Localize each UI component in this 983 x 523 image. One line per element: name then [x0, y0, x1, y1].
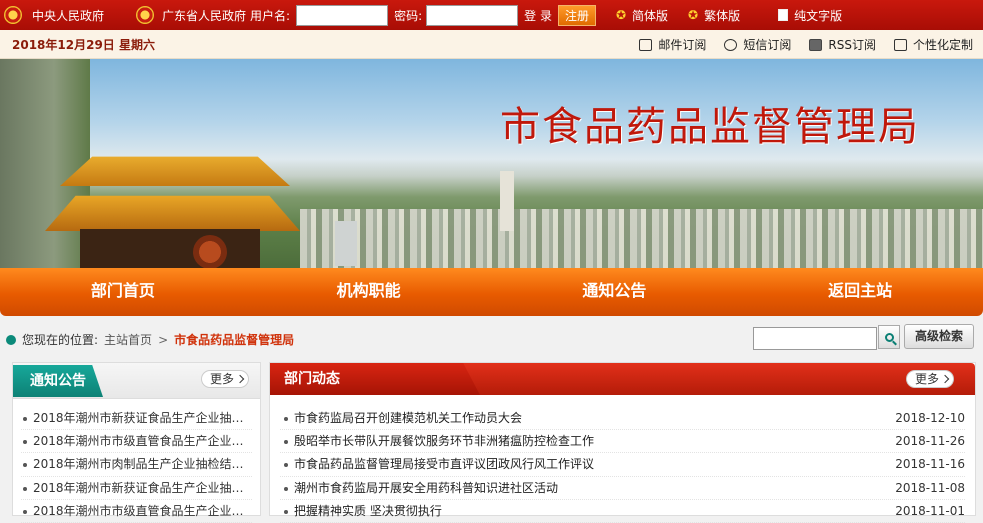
notices-more-button[interactable]: 更多: [201, 370, 250, 388]
notices-list: 2018年潮州市新获证食品生产企业抽检结果公告 2018年潮州市市级直管食品生产…: [13, 399, 260, 523]
simplified-link[interactable]: ✪ 简体版: [616, 7, 668, 24]
site-title: 市食品药品监督管理局: [500, 104, 920, 150]
banner-city: [300, 209, 983, 268]
customize-label: 个性化定制: [912, 38, 973, 52]
username-input[interactable]: [296, 4, 389, 26]
list-item[interactable]: 2018年潮州市新获证食品生产企业抽检结果公告: [21, 477, 252, 500]
notices-panel: 通知公告 更多 2018年潮州市新获证食品生产企业抽检结果公告 2018年潮州市…: [12, 362, 261, 523]
breadcrumb-separator: >: [158, 332, 169, 347]
news-item-title[interactable]: 殷昭举市长带队开展餐饮服务环节非洲猪瘟防控检查工作: [294, 430, 594, 452]
nav-item-main-site[interactable]: 返回主站: [737, 268, 983, 316]
notices-header: 通知公告 更多: [13, 363, 260, 399]
traditional-label: 繁体版: [704, 8, 741, 23]
customize-link[interactable]: 个性化定制: [893, 36, 973, 53]
advanced-search-button[interactable]: 高级检索: [904, 324, 974, 349]
list-item[interactable]: 潮州市食药监局开展安全用药科普知识进社区活动 2018-11-08: [280, 477, 965, 500]
news-item-title[interactable]: 潮州市食药监局开展安全用药科普知识进社区活动: [294, 477, 558, 499]
banner-tower: [500, 171, 514, 231]
list-item[interactable]: 殷昭举市长带队开展餐饮服务环节非洲猪瘟防控检查工作 2018-11-26: [280, 430, 965, 454]
news-header: 部门动态 更多: [270, 363, 975, 395]
login-button[interactable]: 登 录: [524, 7, 552, 24]
breadcrumb-current: 市食品药品监督管理局: [174, 333, 295, 347]
breadcrumb: 您现在的位置: 主站首页 > 市食品药品监督管理局: [6, 331, 294, 348]
pavilion-body: [80, 229, 260, 268]
news-list: 市食药监局召开创建模范机关工作动员大会 2018-12-10 殷昭举市长带队开展餐…: [270, 395, 975, 523]
central-gov-label: 中央人民政府: [32, 8, 105, 23]
email-subscribe-label: 邮件订阅: [658, 38, 707, 52]
notices-title: 通知公告: [13, 365, 103, 397]
rss-subscribe-link[interactable]: RSS订阅: [809, 36, 876, 53]
news-panel: 部门动态 更多 市食药监局召开创建模范机关工作动员大会 2018-12-10 殷昭…: [269, 362, 976, 523]
subscription-links: 邮件订阅 短信订阅 RSS订阅 个性化定制: [621, 30, 973, 59]
current-date: 2018年12月29日 星期六: [12, 37, 155, 52]
text-only-label: 纯文字版: [794, 8, 843, 23]
banner-cliff: [0, 59, 90, 268]
email-subscribe-link[interactable]: 邮件订阅: [639, 36, 706, 53]
location-dot-icon: [6, 334, 16, 345]
list-item[interactable]: 2018年潮州市市级直管食品生产企业抽检结果公告: [21, 500, 252, 523]
username-label: 用户名:: [250, 8, 291, 23]
search-input[interactable]: [753, 327, 877, 350]
window-icon: [893, 38, 907, 51]
password-input[interactable]: [426, 4, 519, 26]
news-item-title[interactable]: 市食药监局召开创建模范机关工作动员大会: [294, 407, 522, 429]
list-item[interactable]: 2018年潮州市新获证食品生产企业抽检结果公告: [21, 407, 252, 431]
news-item-date: 2018-11-08: [895, 480, 965, 495]
nav-item-notices[interactable]: 通知公告: [492, 268, 738, 316]
header-banner: 市食品药品监督管理局: [0, 59, 983, 268]
breadcrumb-home-link[interactable]: 主站首页: [104, 331, 152, 348]
list-item[interactable]: 市食品药品监督管理局接受市直评议团政风行风工作评议 2018-11-16: [280, 453, 965, 477]
sms-subscribe-link[interactable]: 短信订阅: [724, 36, 791, 53]
document-icon: [778, 9, 789, 21]
central-gov-link[interactable]: 中央人民政府: [4, 6, 104, 24]
list-item[interactable]: 2018年潮州市市级直管食品生产企业抽检结果公告: [21, 430, 252, 454]
nav-item-dept-home[interactable]: 部门首页: [0, 268, 246, 316]
pavilion-roof-upper: [60, 156, 290, 186]
mail-icon: [639, 38, 653, 51]
text-only-link[interactable]: 纯文字版: [778, 7, 842, 24]
top-bar: 中央人民政府 广东省人民政府 用户名: 密码: 登 录 注册 ✪ 简体版 ✪ 繁…: [0, 0, 983, 30]
date-bar: 2018年12月29日 星期六 邮件订阅 短信订阅 RSS订阅 个性化定制: [0, 30, 983, 59]
traditional-link[interactable]: ✪ 繁体版: [688, 7, 740, 24]
news-item-title[interactable]: 把握精神实质 坚决贯彻执行: [294, 500, 442, 522]
news-item-date: 2018-11-01: [895, 503, 965, 518]
register-button[interactable]: 注册: [557, 4, 596, 26]
list-item[interactable]: 市食药监局召开创建模范机关工作动员大会 2018-12-10: [280, 407, 965, 431]
breadcrumb-prefix: 您现在的位置:: [22, 333, 99, 347]
chat-icon: [724, 38, 738, 51]
rss-icon: [809, 38, 823, 51]
rss-subscribe-label: RSS订阅: [828, 38, 876, 52]
national-emblem-icon: [136, 6, 155, 24]
password-label: 密码:: [394, 8, 423, 23]
news-title: 部门动态: [270, 363, 480, 395]
news-item-title[interactable]: 市食品药品监督管理局接受市直评议团政风行风工作评议: [294, 453, 594, 475]
province-gov-link[interactable]: 广东省人民政府: [136, 6, 246, 24]
province-gov-label: 广东省人民政府: [162, 8, 247, 23]
news-more-button[interactable]: 更多: [906, 370, 955, 388]
list-item[interactable]: 2018年潮州市肉制品生产企业抽检结果公告: [21, 453, 252, 477]
news-item-date: 2018-12-10: [895, 411, 965, 425]
main-nav: 部门首页 机构职能 通知公告 返回主站: [0, 268, 983, 316]
search-icon: [884, 332, 894, 342]
news-item-date: 2018-11-26: [895, 434, 965, 449]
star-icon: ✪: [688, 8, 699, 22]
nav-item-functions[interactable]: 机构职能: [246, 268, 492, 316]
search-button[interactable]: [878, 325, 900, 349]
star-icon: ✪: [615, 8, 627, 22]
simplified-label: 简体版: [632, 8, 669, 23]
pavilion-window: [193, 235, 227, 268]
banner-tower: [335, 221, 357, 266]
national-emblem-icon: [4, 6, 22, 24]
sms-subscribe-label: 短信订阅: [743, 38, 792, 52]
list-item[interactable]: 把握精神实质 坚决贯彻执行 2018-11-01: [280, 500, 965, 523]
news-item-date: 2018-11-16: [895, 457, 965, 472]
